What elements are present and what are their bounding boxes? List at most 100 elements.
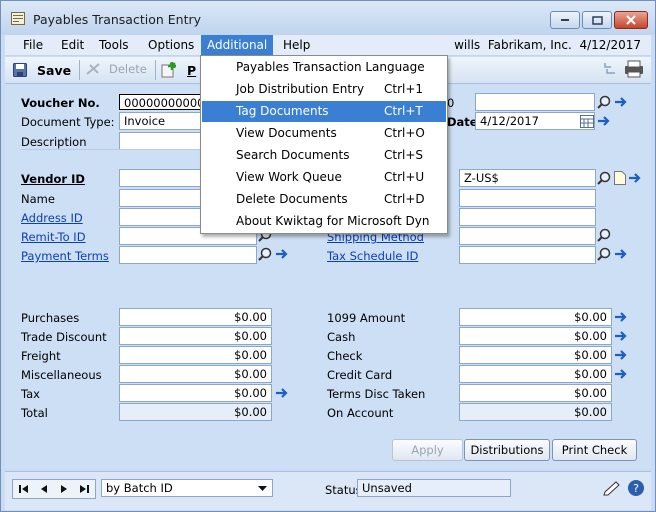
arrow-right-icon [629,173,641,183]
last-record-icon[interactable] [79,484,90,494]
print-check-button[interactable]: Print Check [552,439,637,461]
currency-expand-button[interactable] [627,170,643,186]
miscellaneous-amount[interactable]: $0.00 [119,365,272,383]
note-button[interactable] [603,480,621,499]
lookup-icon [597,95,611,109]
voucher-input[interactable]: 00000000000000 [119,94,203,110]
delete-button[interactable]: Delete [85,62,147,76]
first-record-icon[interactable] [18,484,29,494]
arrow-right-icon [598,116,610,126]
apply-button[interactable]: Apply [392,439,463,461]
browse-by-select[interactable]: by Batch ID [101,479,273,497]
menu-item-view-work-queue[interactable]: View Work Queue Ctrl+U [202,167,446,188]
close-button[interactable] [614,11,648,29]
calendar-button[interactable] [579,113,595,129]
menu-item-tag-documents[interactable]: Tag Documents Ctrl+T [202,101,446,122]
check-expand-button[interactable] [613,347,629,363]
description-input[interactable] [119,132,203,150]
status-bar: by Batch ID Status Unsaved ? [5,471,651,510]
menu-tools[interactable]: Tools [93,35,135,55]
payment-terms-link[interactable]: Payment Terms [21,249,109,263]
menu-item-transaction-language[interactable]: Payables Transaction Language [202,57,446,78]
tax-schedule-input[interactable] [459,246,596,264]
address-id-input[interactable] [119,208,203,226]
currency-id-input[interactable]: Z-US$ [459,169,596,187]
voucher-right-input[interactable] [475,93,595,111]
address-id-link[interactable]: Address ID [21,211,83,225]
lookup-icon [597,247,611,261]
post-button[interactable]: P [161,62,196,78]
miscellaneous-label: Miscellaneous [21,368,102,382]
window: Payables Transaction Entry File Edit Too… [0,0,656,512]
distributions-button[interactable]: Distributions [464,439,550,461]
menu-options[interactable]: Options [142,35,200,55]
user-name: wills [454,38,481,52]
cash-expand-button[interactable] [613,328,629,344]
exchange-field-2[interactable] [459,208,596,226]
doctype-select[interactable]: Invoice [119,112,203,130]
shipping-lookup-button[interactable] [596,227,612,243]
menu-item-delete-documents[interactable]: Delete Documents Ctrl+D [202,189,446,210]
lookup-button-1[interactable] [596,94,612,110]
trade-discount-amount[interactable]: $0.00 [119,327,272,345]
menu-help[interactable]: Help [277,35,316,55]
record-navigator [12,479,96,499]
menu-file[interactable]: File [17,35,49,55]
currency-note-button[interactable] [612,170,628,186]
sort-icon[interactable] [603,61,617,80]
minimize-button[interactable] [550,11,580,29]
exchange-field-1[interactable] [459,189,596,207]
print-icon[interactable] [623,60,645,81]
menu-additional[interactable]: Additional [201,35,274,55]
date-expand-button[interactable] [596,113,612,129]
credit-card-label: Credit Card [327,368,393,382]
expand-button-1[interactable] [613,94,629,110]
purchases-amount[interactable]: $0.00 [119,308,272,326]
remit-to-id-link[interactable]: Remit-To ID [21,230,86,244]
save-label: Save [37,62,72,78]
arrow-right-icon [615,369,627,379]
maximize-button[interactable] [582,11,612,29]
save-button[interactable]: Save [13,62,75,78]
credit-card-amount[interactable]: $0.00 [459,365,612,383]
payment-terms-input[interactable] [119,246,257,264]
menu-edit[interactable]: Edit [55,35,90,55]
previous-record-icon[interactable] [40,484,48,494]
currency-lookup-button[interactable] [596,170,612,186]
lookup-icon [258,247,272,261]
freight-label: Freight [21,349,61,363]
date-input[interactable]: 4/12/2017 [475,112,595,130]
next-record-icon[interactable] [60,484,68,494]
shipping-method-input[interactable] [459,227,596,245]
terms-lookup-button[interactable] [257,246,273,262]
divider [21,149,203,150]
check-label: Check [327,349,363,363]
user-info: wills Fabrikam, Inc. 4/12/2017 [454,35,641,55]
terms-expand-button[interactable] [274,246,290,262]
menu-item-search-documents[interactable]: Search Documents Ctrl+S [202,145,446,166]
tax-expand-button[interactable] [613,246,629,262]
right-field-partial: 0 [447,96,455,110]
tax-schedule-link[interactable]: Tax Schedule ID [327,249,418,263]
chevron-down-icon [258,486,267,491]
delete-icon [86,63,100,75]
freight-amount[interactable]: $0.00 [119,346,272,364]
menu-item-view-documents[interactable]: View Documents Ctrl+O [202,123,446,144]
credit-card-expand-button[interactable] [613,366,629,382]
menu-item-about-kwiktag[interactable]: About Kwiktag for Microsoft Dyn [202,211,446,232]
tax-lookup-button[interactable] [596,246,612,262]
amount-1099-value[interactable]: $0.00 [459,308,612,326]
menu-bar: File Edit Tools Options Additional Help … [5,35,651,56]
tax-amount[interactable]: $0.00 [119,384,272,402]
check-amount[interactable]: $0.00 [459,346,612,364]
tax-detail-button[interactable] [274,385,290,401]
cash-amount[interactable]: $0.00 [459,327,612,345]
menu-item-job-distribution[interactable]: Job Distribution Entry Ctrl+1 [202,79,446,100]
amount-1099-expand-button[interactable] [613,309,629,325]
vendor-name-input[interactable] [119,189,203,207]
vendor-id-input[interactable] [119,169,203,187]
browse-by-value: by Batch ID [106,481,173,495]
terms-disc-amount[interactable]: $0.00 [459,384,612,402]
on-account-amount: $0.00 [459,403,612,421]
help-button[interactable]: ? [627,479,645,500]
